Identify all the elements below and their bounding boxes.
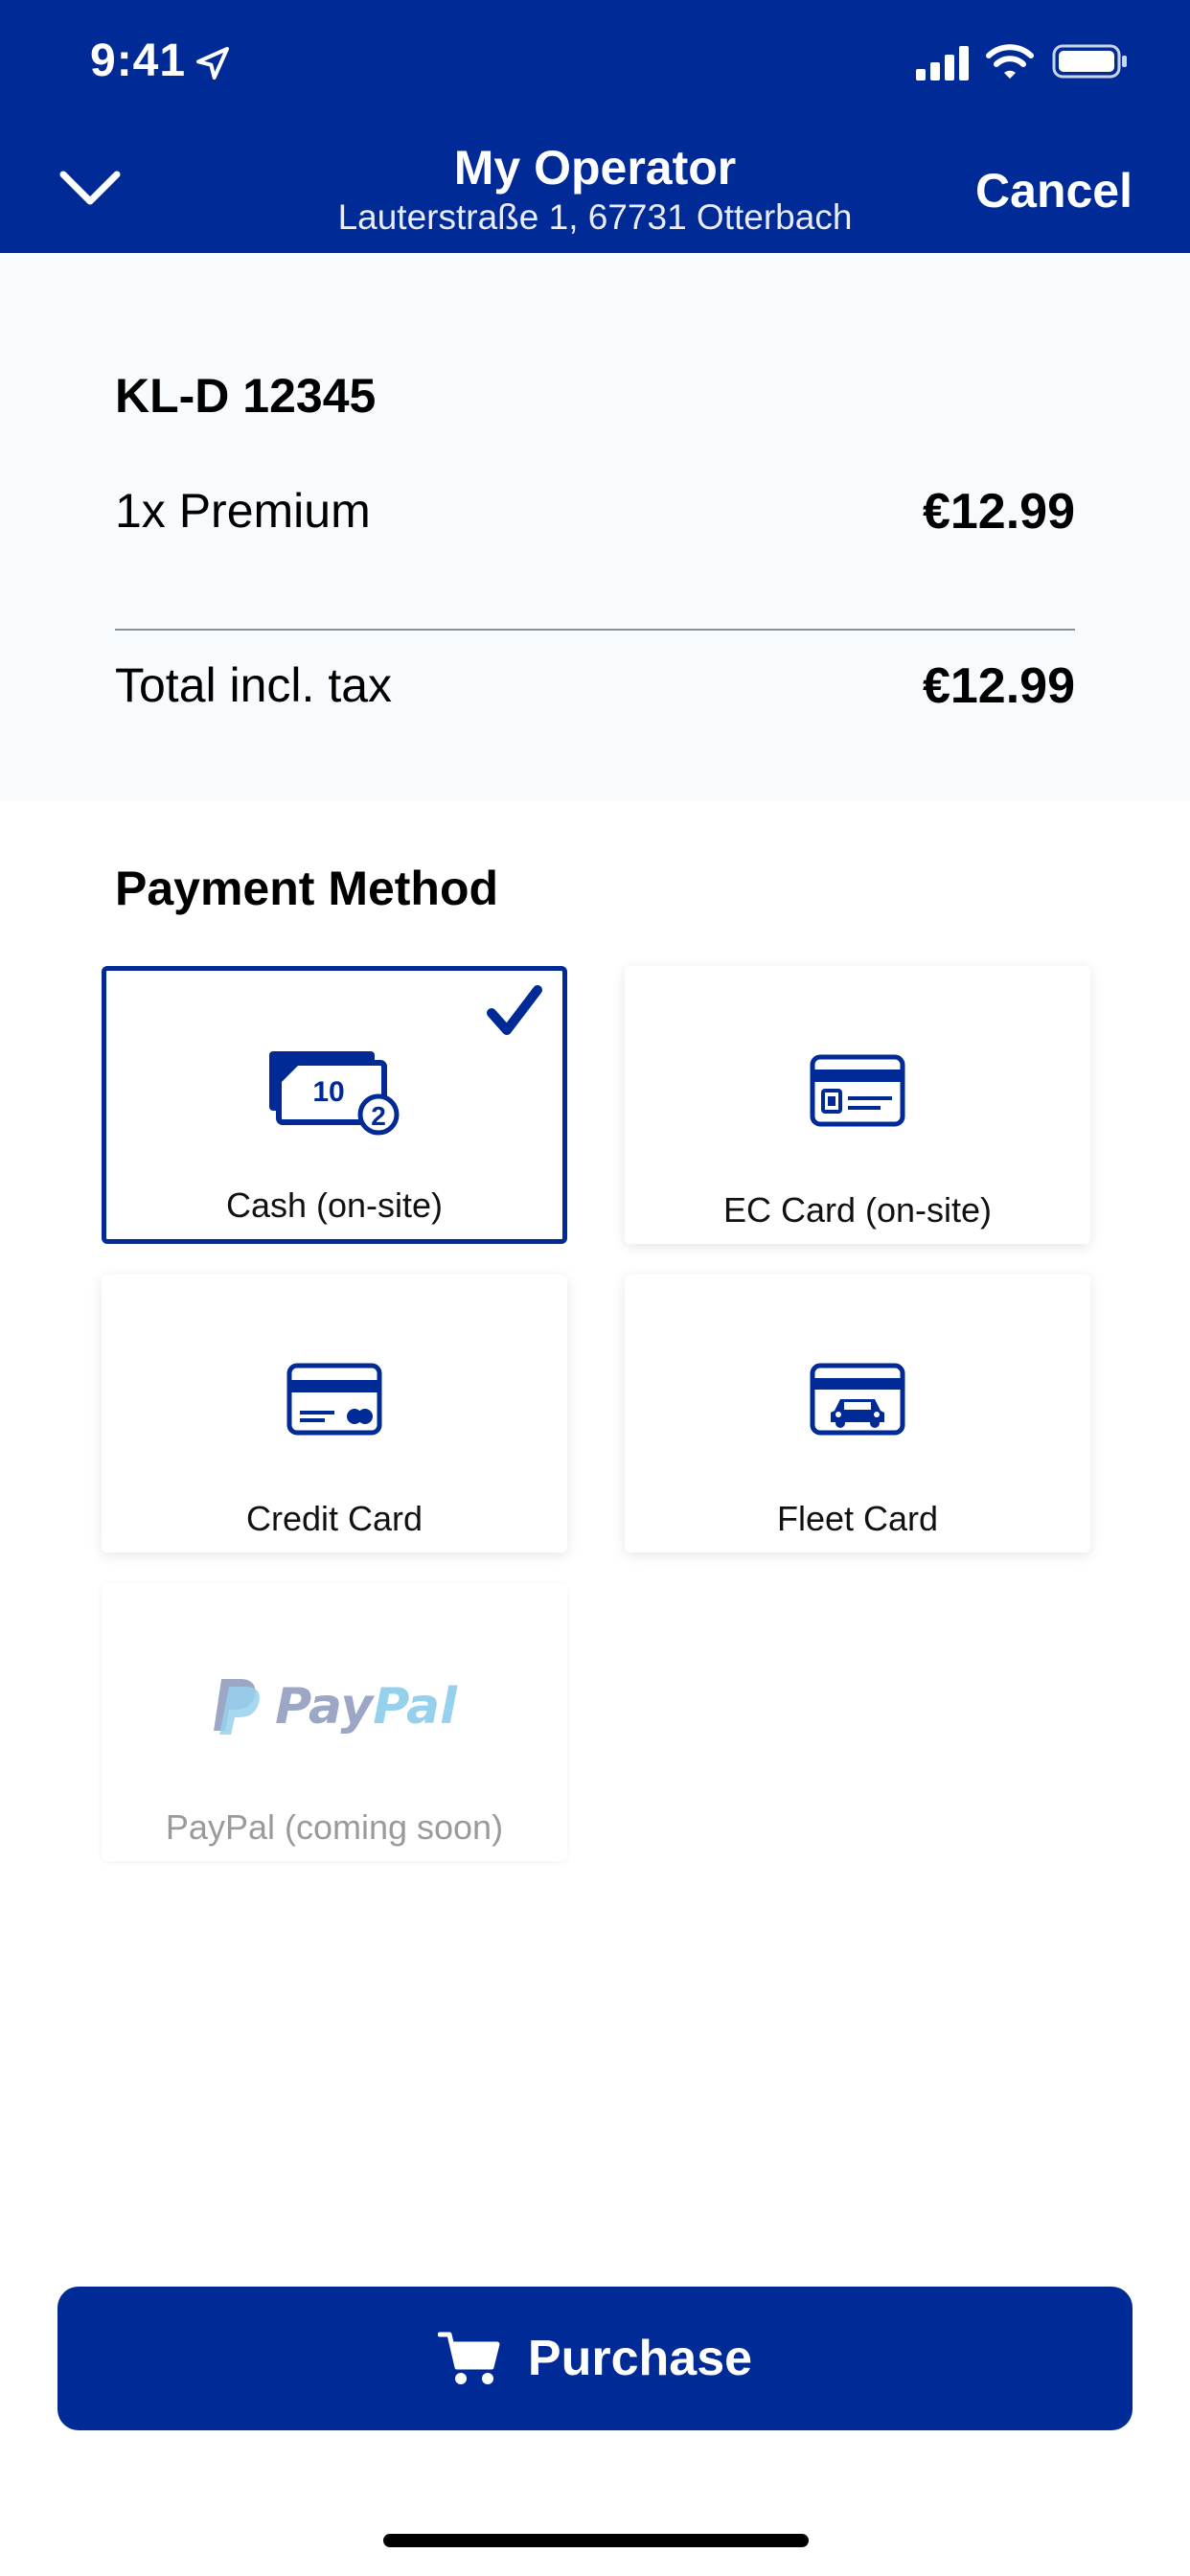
payment-option-label: Cash (on-site) bbox=[225, 1185, 444, 1225]
paypal-p-icon bbox=[214, 1679, 260, 1735]
item-label: 1x Premium bbox=[115, 484, 371, 538]
payment-method-title: Payment Method bbox=[115, 862, 499, 915]
license-plate: KL-D 12345 bbox=[115, 369, 377, 423]
payment-option-ec-card[interactable]: EC Card (on-site) bbox=[625, 966, 1090, 1244]
battery-icon bbox=[1052, 44, 1127, 79]
cart-icon bbox=[437, 2332, 500, 2384]
payment-option-credit-card[interactable]: Credit Card bbox=[102, 1275, 567, 1552]
paypal-logo: Pay Pal bbox=[212, 1677, 457, 1736]
payment-option-cash[interactable]: 10 2 Cash (on-site) bbox=[102, 966, 567, 1244]
header: 9:41 My Operator Lauterstraße 1, 67731 O… bbox=[0, 0, 1190, 253]
total-label: Total incl. tax bbox=[115, 658, 393, 712]
payment-option-fleet-card[interactable]: Fleet Card bbox=[625, 1275, 1090, 1552]
payment-option-label: PayPal (coming soon) bbox=[165, 1807, 504, 1847]
cash-icon: 10 2 bbox=[269, 1051, 400, 1136]
total-price: €12.99 bbox=[922, 658, 1075, 714]
cancel-button[interactable]: Cancel bbox=[975, 163, 1133, 218]
paypal-pal-text: Pal bbox=[373, 1678, 457, 1736]
location-arrow-icon bbox=[196, 47, 229, 80]
status-time: 9:41 bbox=[90, 35, 187, 86]
fleet-card-icon bbox=[810, 1363, 905, 1436]
checkmark-icon bbox=[487, 985, 542, 1035]
banknote-value: 10 bbox=[312, 1076, 344, 1108]
paypal-pay-text: Pay bbox=[275, 1678, 374, 1736]
purchase-label: Purchase bbox=[527, 2331, 753, 2386]
purchase-button[interactable]: Purchase bbox=[57, 2287, 1133, 2430]
item-price: €12.99 bbox=[922, 484, 1075, 540]
payment-option-label: Credit Card bbox=[245, 1499, 423, 1538]
home-indicator[interactable] bbox=[383, 2534, 809, 2547]
ec-card-icon bbox=[810, 1054, 905, 1127]
wifi-icon bbox=[986, 44, 1034, 79]
coin-value: 2 bbox=[371, 1101, 386, 1131]
divider bbox=[115, 629, 1075, 631]
payment-option-paypal: Pay Pal PayPal (coming soon) bbox=[102, 1583, 567, 1861]
credit-card-icon bbox=[286, 1363, 382, 1436]
payment-option-label: Fleet Card bbox=[776, 1499, 939, 1538]
payment-option-label: EC Card (on-site) bbox=[722, 1190, 993, 1230]
cellular-signal-icon bbox=[916, 46, 969, 80]
order-summary: KL-D 12345 1x Premium €12.99 Total incl.… bbox=[0, 253, 1190, 801]
